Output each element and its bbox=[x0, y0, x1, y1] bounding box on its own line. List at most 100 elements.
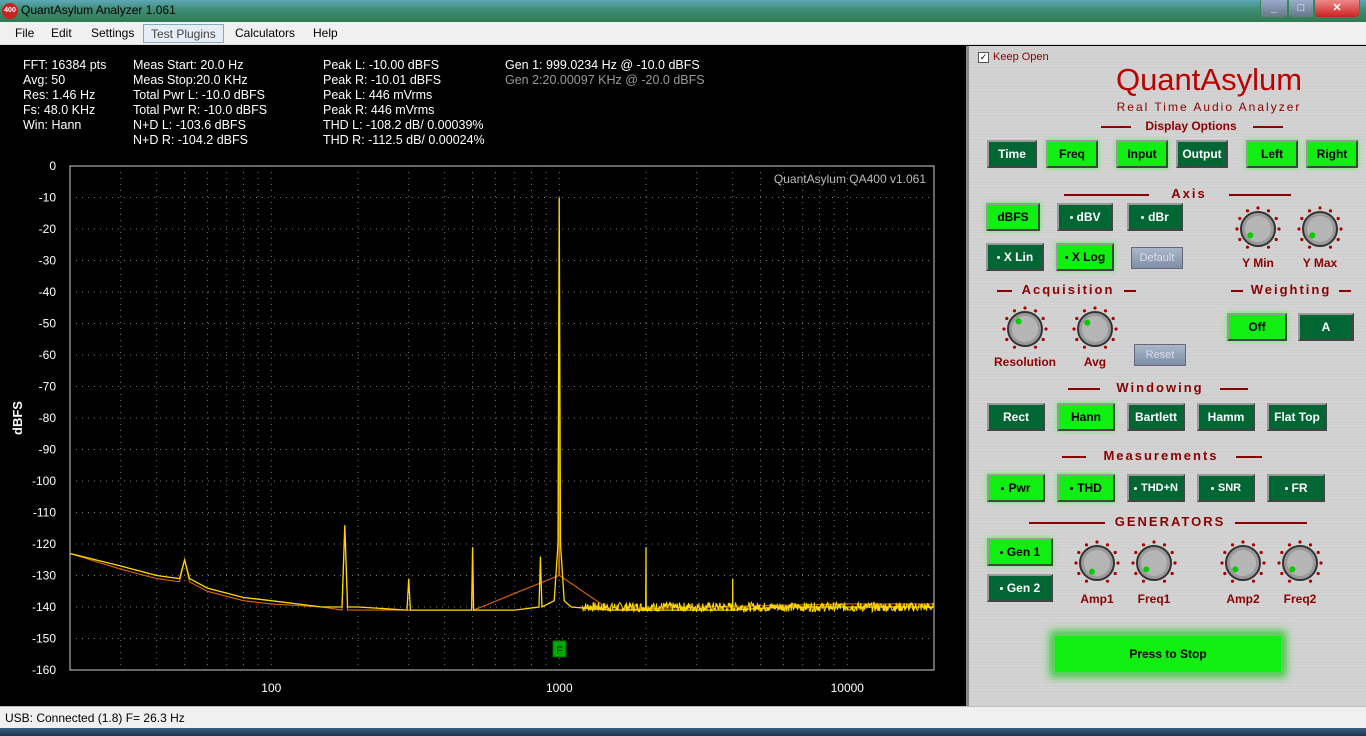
menu-calculators[interactable]: Calculators bbox=[228, 24, 302, 43]
right-button[interactable]: Right bbox=[1306, 140, 1358, 168]
press-to-stop-button[interactable]: Press to Stop bbox=[1053, 634, 1283, 674]
section-acquisition: Acquisition bbox=[1021, 282, 1115, 297]
taskbar bbox=[0, 728, 1366, 736]
y-min-knob[interactable] bbox=[1235, 206, 1281, 252]
y-min-label: Y Min bbox=[1242, 256, 1274, 270]
pwr-button[interactable]: Pwr bbox=[987, 474, 1045, 502]
stat-peak-r-dbfs: Peak R: -10.01 dBFS bbox=[323, 73, 442, 87]
avg-label: Avg bbox=[1083, 355, 1107, 369]
section-windowing: Windowing bbox=[1116, 380, 1204, 395]
brand-subtitle: Real Time Audio Analyzer bbox=[1116, 100, 1302, 114]
snr-button[interactable]: SNR bbox=[1197, 474, 1255, 502]
keep-open-checkbox[interactable]: ✓ bbox=[978, 52, 989, 63]
minimize-button[interactable]: _ bbox=[1260, 0, 1288, 18]
section-measurements: Measurements bbox=[1103, 448, 1219, 463]
control-panel: ✓ Keep Open QuantAsylum Real Time Audio … bbox=[966, 46, 1366, 706]
y-axis-ticks: 0 -10 -20 -30 -40 -50 -60 -70 -80 -90 -100 -110 -120… bbox=[32, 159, 56, 677]
y-tick-label: -90 bbox=[39, 443, 57, 457]
y-tick-label: -10 bbox=[39, 191, 57, 205]
freq-marker[interactable]: F bbox=[552, 640, 567, 658]
input-button[interactable]: Input bbox=[1116, 140, 1168, 168]
close-button[interactable]: ✕ bbox=[1314, 0, 1360, 18]
menu-bar: File Edit Settings Test Plugins Calculat… bbox=[0, 22, 1366, 45]
time-button[interactable]: Time bbox=[987, 140, 1037, 168]
stat-avg: Avg: 50 bbox=[23, 73, 66, 87]
series-0-line bbox=[69, 197, 934, 611]
output-button[interactable]: Output bbox=[1176, 140, 1228, 168]
reset-button[interactable]: Reset bbox=[1134, 344, 1186, 366]
x-tick-label: 1000 bbox=[546, 681, 573, 695]
menu-test-plugins[interactable]: Test Plugins bbox=[143, 24, 224, 43]
amp2-knob[interactable] bbox=[1220, 540, 1266, 586]
divider bbox=[1253, 126, 1283, 128]
menu-settings[interactable]: Settings bbox=[84, 24, 141, 43]
dbfs-button[interactable]: dBFS bbox=[986, 203, 1040, 231]
rect-button[interactable]: Rect bbox=[987, 403, 1045, 431]
freq2-label: Freq2 bbox=[1283, 592, 1317, 606]
series-1-line bbox=[69, 197, 934, 611]
y-tick-label: -50 bbox=[39, 317, 57, 331]
freq2-knob[interactable] bbox=[1277, 540, 1323, 586]
menu-edit[interactable]: Edit bbox=[44, 24, 79, 43]
divider bbox=[1339, 290, 1351, 292]
stat-peak-l-vrms: Peak L: 446 mVrms bbox=[323, 88, 433, 102]
weighting-off-button[interactable]: Off bbox=[1227, 313, 1287, 341]
weighting-a-button[interactable]: A bbox=[1298, 313, 1354, 341]
gen1-button[interactable]: Gen 1 bbox=[987, 538, 1053, 566]
stat-fs: Fs: 48.0 KHz bbox=[23, 103, 96, 117]
amp1-knob[interactable] bbox=[1074, 540, 1120, 586]
section-axis: Axis bbox=[1171, 186, 1207, 201]
stat-win: Win: Hann bbox=[23, 118, 82, 132]
stat-peak-l-dbfs: Peak L: -10.00 dBFS bbox=[323, 58, 440, 72]
status-bar: USB: Connected (1.8) F= 26.3 Hz bbox=[0, 706, 1366, 728]
flat-top-button[interactable]: Flat Top bbox=[1267, 403, 1327, 431]
divider bbox=[1101, 126, 1131, 128]
stat-meas-start: Meas Start: 20.0 Hz bbox=[133, 58, 244, 72]
left-button[interactable]: Left bbox=[1246, 140, 1298, 168]
x-tick-label: 10000 bbox=[831, 681, 865, 695]
brand-logo: QuantAsylum bbox=[1115, 62, 1303, 97]
y-max-knob[interactable] bbox=[1297, 206, 1343, 252]
menu-help[interactable]: Help bbox=[306, 24, 345, 43]
plot-grid bbox=[70, 166, 934, 670]
y-max-label: Y Max bbox=[1302, 256, 1338, 270]
avg-knob[interactable] bbox=[1072, 306, 1118, 352]
stat-meas-stop: Meas Stop:20.0 KHz bbox=[133, 73, 248, 87]
hann-button[interactable]: Hann bbox=[1057, 403, 1115, 431]
section-weighting: Weighting bbox=[1250, 282, 1332, 297]
y-tick-label: -120 bbox=[32, 537, 56, 551]
y-tick-label: -20 bbox=[39, 222, 57, 236]
maximize-button[interactable]: □ bbox=[1288, 0, 1314, 18]
section-generators: GENERATORS bbox=[1114, 514, 1226, 529]
divider bbox=[1064, 194, 1149, 196]
app-icon: 400 bbox=[2, 3, 18, 19]
divider bbox=[1231, 290, 1243, 292]
fr-button[interactable]: FR bbox=[1267, 474, 1325, 502]
y-tick-label: 0 bbox=[49, 159, 56, 173]
dbr-button[interactable]: dBr bbox=[1127, 203, 1183, 231]
x-lin-button[interactable]: X Lin bbox=[986, 243, 1044, 271]
dbv-button[interactable]: dBV bbox=[1057, 203, 1113, 231]
freq-button[interactable]: Freq bbox=[1046, 140, 1098, 168]
freq1-label: Freq1 bbox=[1137, 592, 1171, 606]
y-tick-label: -150 bbox=[32, 632, 56, 646]
y-tick-label: -140 bbox=[32, 600, 56, 614]
stat-fft: FFT: 16384 pts bbox=[23, 58, 107, 72]
gen2-button[interactable]: Gen 2 bbox=[987, 574, 1053, 602]
amp1-label: Amp1 bbox=[1080, 592, 1114, 606]
thd-n-button[interactable]: THD+N bbox=[1127, 474, 1185, 502]
menu-file[interactable]: File bbox=[8, 24, 41, 43]
thd-button[interactable]: THD bbox=[1057, 474, 1115, 502]
bartlett-button[interactable]: Bartlett bbox=[1127, 403, 1185, 431]
stat-res: Res: 1.46 Hz bbox=[23, 88, 96, 102]
spectrum-plot[interactable]: 0 -10 -20 -30 -40 -50 -60 -70 -80 -90 -100 -110 -120… bbox=[0, 159, 966, 706]
hamm-button[interactable]: Hamm bbox=[1197, 403, 1255, 431]
title-bar: 400 QuantAsylum Analyzer 1.061 _ □ ✕ bbox=[0, 0, 1366, 22]
freq1-knob[interactable] bbox=[1131, 540, 1177, 586]
x-log-button[interactable]: X Log bbox=[1056, 243, 1114, 271]
default-button[interactable]: Default bbox=[1131, 247, 1183, 269]
resolution-knob[interactable] bbox=[1002, 306, 1048, 352]
divider bbox=[1062, 456, 1086, 458]
stat-total-pwr-l: Total Pwr L: -10.0 dBFS bbox=[133, 88, 266, 102]
stat-gen1: Gen 1: 999.0234 Hz @ -10.0 dBFS bbox=[505, 58, 700, 72]
